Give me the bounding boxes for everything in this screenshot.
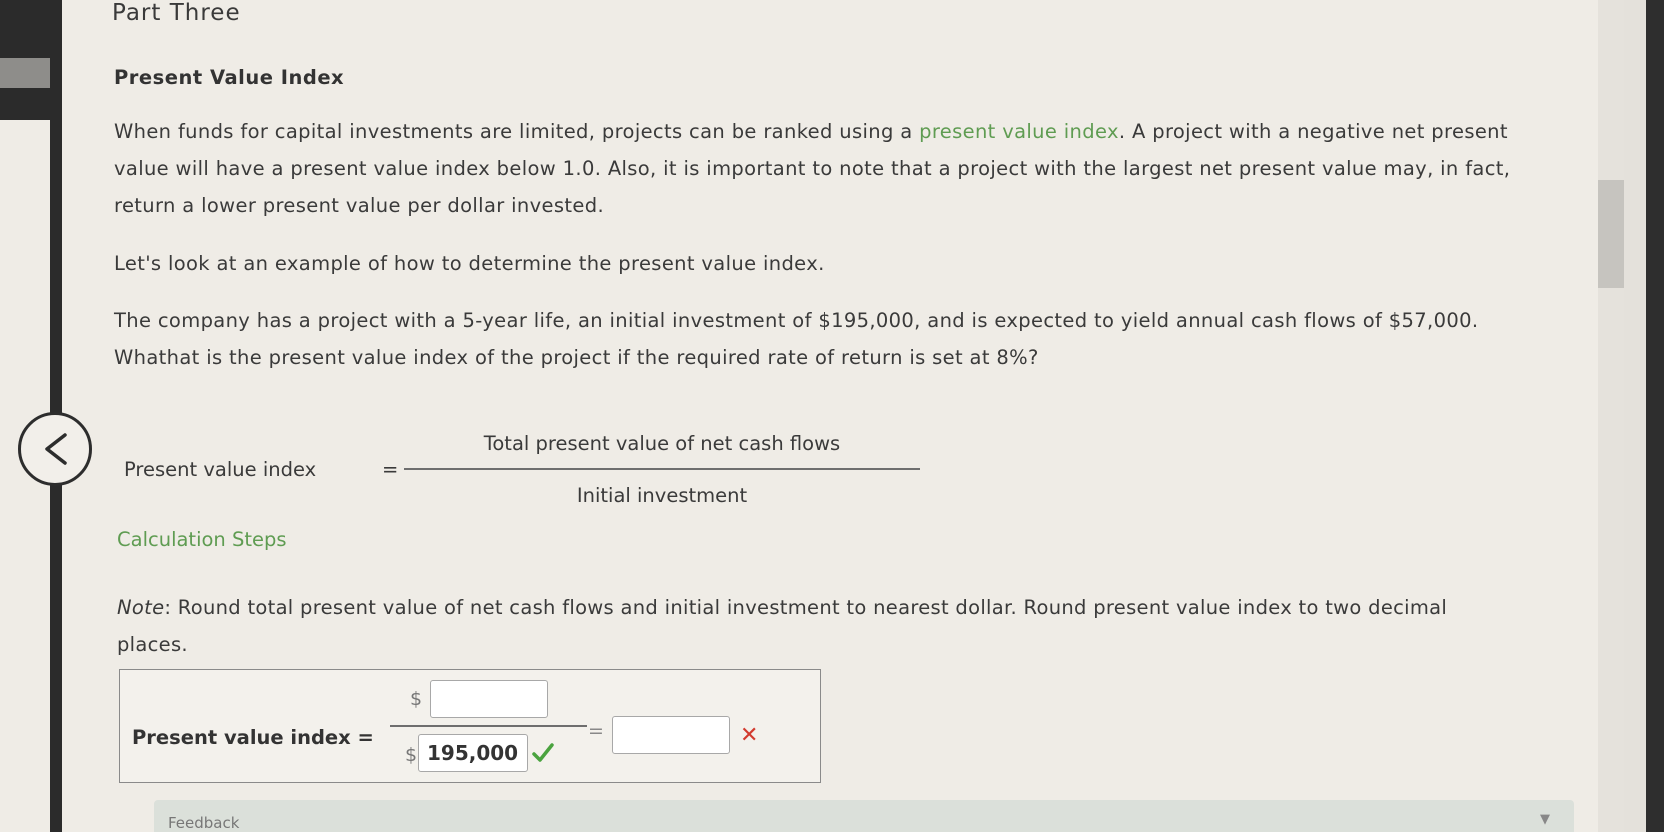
denominator-input[interactable] <box>418 734 528 772</box>
intro-paragraph: When funds for capital investments are l… <box>114 113 1654 224</box>
intro-line-2: value will have a present value index be… <box>114 157 1511 180</box>
formula-fraction-bar <box>404 468 920 470</box>
rounding-note: Note: Round total present value of net c… <box>117 589 1617 663</box>
formula-denominator: Initial investment <box>576 484 748 507</box>
right-edge <box>1624 0 1664 832</box>
note-prefix: Note <box>117 596 165 619</box>
problem-line-2: Whathat is the present value index of th… <box>114 346 1039 369</box>
back-button[interactable] <box>18 412 92 486</box>
intro-text-start: When funds for capital investments are l… <box>114 120 920 143</box>
problem-paragraph: The company has a project with a 5-year … <box>114 302 1654 376</box>
dropdown-triangle-icon: ▼ <box>1540 812 1550 827</box>
example-intro-text: Let's look at an example of how to deter… <box>114 252 825 275</box>
calculation-steps-link[interactable]: Calculation Steps <box>117 528 287 551</box>
formula-label: Present value index <box>124 458 317 481</box>
scrollbar-thumb[interactable] <box>1598 180 1624 288</box>
example-intro: Let's look at an example of how to deter… <box>114 245 1654 282</box>
feedback-label: Feedback <box>168 814 240 832</box>
scrollbar-track[interactable] <box>1598 0 1624 832</box>
answer-box: Present value index = $ $ = ✕ <box>119 669 821 783</box>
x-mark-icon: ✕ <box>740 723 759 748</box>
numerator-input[interactable] <box>430 680 548 718</box>
answer-label: Present value index = <box>132 726 374 749</box>
checkmark-icon <box>532 743 554 762</box>
formula-equals: = <box>382 458 399 481</box>
right-dark-strip <box>1646 0 1664 832</box>
back-chevron-icon <box>45 433 67 465</box>
left-gray-tab <box>0 58 50 88</box>
result-input[interactable] <box>612 716 730 754</box>
part-title: Part Three <box>112 0 241 26</box>
note-line-2: places. <box>117 633 188 656</box>
intro-text-end: . A project with a negative net present <box>1118 120 1508 143</box>
intro-line-3: return a lower present value per dollar … <box>114 194 605 217</box>
denominator-currency: $ <box>405 744 418 766</box>
content-page: Part Three Present Value Index When fund… <box>62 0 1602 832</box>
numerator-currency: $ <box>410 688 423 710</box>
answer-fraction-bar <box>390 725 587 727</box>
feedback-panel[interactable]: Feedback ▼ <box>154 800 1574 832</box>
formula-numerator: Total present value of net cash flows <box>483 432 841 455</box>
section-title: Present Value Index <box>114 66 345 89</box>
answer-equals: = <box>588 720 604 742</box>
problem-line-1: The company has a project with a 5-year … <box>114 309 1479 332</box>
note-line-1: : Round total present value of net cash … <box>164 596 1448 619</box>
present-value-index-link[interactable]: present value index <box>919 120 1119 143</box>
